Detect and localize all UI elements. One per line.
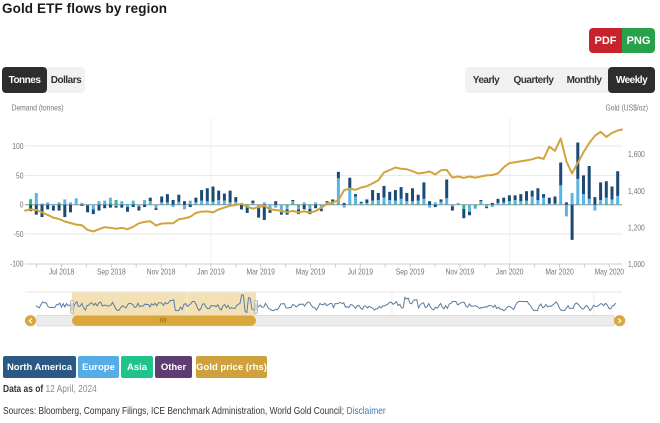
- svg-text:100: 100: [12, 141, 23, 151]
- svg-text:-100: -100: [10, 259, 23, 269]
- svg-text:Nov 2019: Nov 2019: [446, 267, 475, 277]
- svg-text:0: 0: [20, 200, 24, 210]
- svg-text:Sep 2018: Sep 2018: [97, 267, 126, 277]
- svg-text:Gold (US$/oz): Gold (US$/oz): [605, 103, 648, 113]
- svg-text:Sep 2019: Sep 2019: [396, 267, 425, 277]
- svg-text:Demand (tonnes): Demand (tonnes): [12, 103, 64, 113]
- svg-text:-50: -50: [14, 229, 24, 239]
- svg-text:Mar 2019: Mar 2019: [247, 267, 275, 277]
- svg-text:1,600: 1,600: [628, 150, 645, 160]
- svg-text:50: 50: [16, 171, 23, 181]
- svg-text:May 2019: May 2019: [296, 267, 325, 277]
- svg-text:1,000: 1,000: [628, 259, 645, 269]
- svg-text:Nov 2018: Nov 2018: [147, 267, 176, 277]
- svg-text:May 2020: May 2020: [595, 267, 624, 277]
- svg-text:Jul 2019: Jul 2019: [348, 267, 373, 277]
- svg-text:Mar 2020: Mar 2020: [545, 267, 573, 277]
- svg-text:1,400: 1,400: [628, 186, 645, 196]
- svg-text:Jul 2018: Jul 2018: [49, 267, 74, 277]
- svg-text:Jan 2020: Jan 2020: [496, 267, 524, 277]
- svg-text:Jan 2019: Jan 2019: [197, 267, 225, 277]
- svg-text:1,200: 1,200: [628, 223, 645, 233]
